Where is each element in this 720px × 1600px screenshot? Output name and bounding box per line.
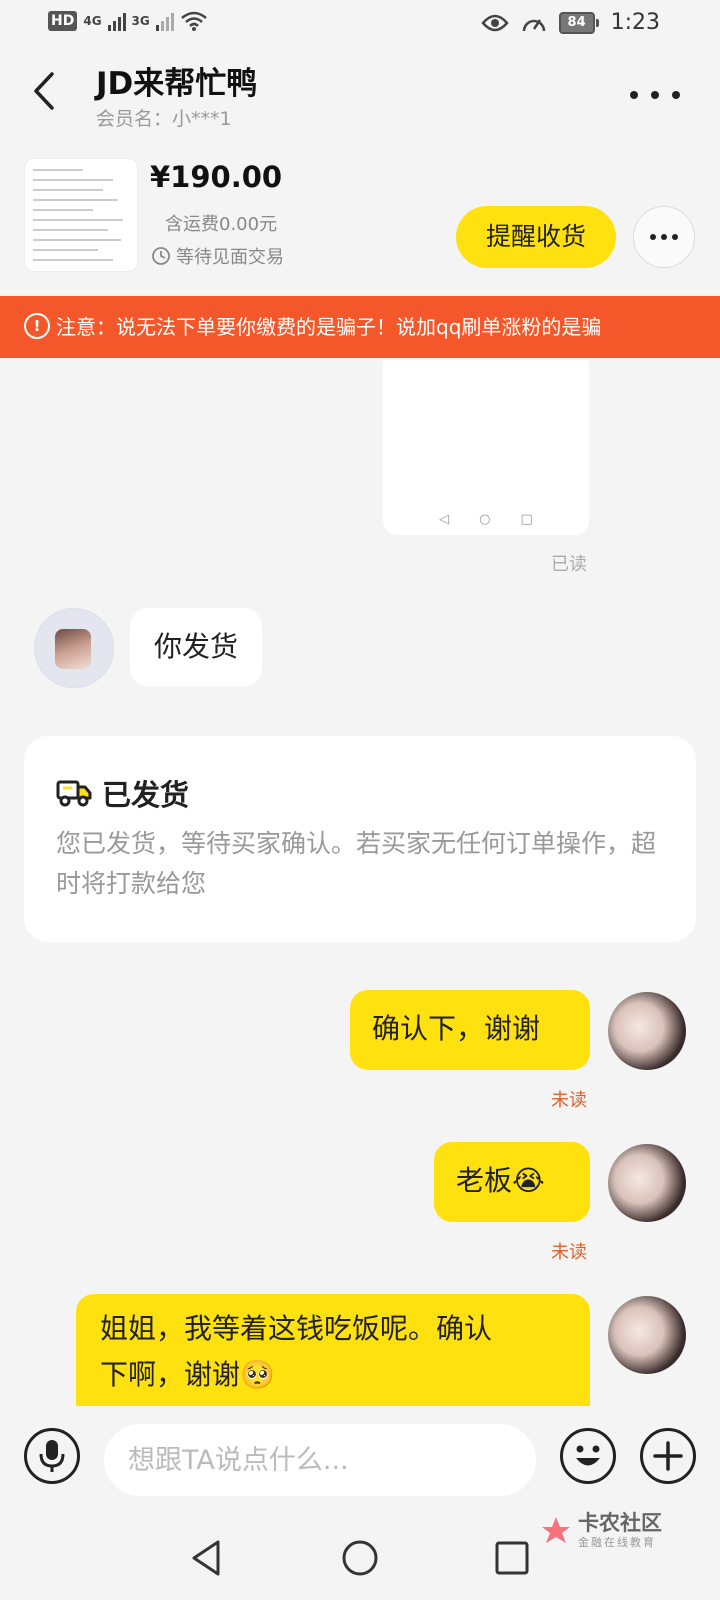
shipped-title: 已发货 <box>56 772 189 814</box>
status-bar: HD 4G 3G 84 1:23 <box>0 0 720 50</box>
chevron-left-icon <box>34 72 54 110</box>
chat-header: JD来帮忙鸭 会员名：小***1 <box>0 50 720 140</box>
seller-avatar[interactable] <box>608 992 686 1070</box>
seller-avatar[interactable] <box>608 1296 686 1374</box>
shipped-description: 您已发货，等待买家确认。若买家无任何订单操作，超时将打款给您 <box>56 829 657 898</box>
message-bubble-outgoing[interactable]: 姐姐，我等着这钱吃饭呢。确认 下啊，谢谢🥺 <box>76 1294 590 1406</box>
order-status: 等待见面交易 <box>151 243 284 269</box>
emoji-button[interactable] <box>560 1428 616 1484</box>
unread-status: 未读 <box>551 1242 587 1263</box>
image-nav-buttons: ◁ ○ □ <box>383 512 589 527</box>
more-icon[interactable] <box>630 80 680 110</box>
battery-level: 84 <box>558 11 595 34</box>
image-message[interactable] <box>383 360 589 535</box>
recent-square-icon: □ <box>520 512 533 527</box>
message-bubble-outgoing[interactable]: 确认下，谢谢 <box>350 990 590 1070</box>
back-triangle-icon: ◁ <box>439 512 450 527</box>
signal-icon <box>107 11 126 31</box>
clock-time: 1:23 <box>610 10 660 35</box>
clock-icon <box>152 247 170 265</box>
back-button[interactable] <box>28 66 68 116</box>
home-circle-icon: ○ <box>479 512 491 527</box>
battery-icon: 84 <box>558 11 599 34</box>
status-left: HD 4G 3G <box>48 10 208 32</box>
hd-indicator: HD <box>48 11 78 31</box>
eye-icon <box>480 14 509 31</box>
product-thumbnail[interactable] <box>24 158 138 272</box>
fraud-warning-text: 注意：说无法下单要你缴费的是骗子！说加qq刷单涨粉的是骗 <box>56 315 602 339</box>
nav-home-icon[interactable] <box>340 1538 380 1578</box>
watermark: 卡农社区 金融在线教育 <box>540 1512 662 1550</box>
read-status: 已读 <box>551 554 587 575</box>
smile-icon <box>576 1445 600 1466</box>
order-status-text: 等待见面交易 <box>176 247 284 268</box>
shipped-title-text: 已发货 <box>102 778 190 812</box>
input-bar <box>0 1408 720 1516</box>
fraud-warning-banner: ! 注意：说无法下单要你缴费的是骗子！说加qq刷单涨粉的是骗 <box>0 296 720 358</box>
seller-avatar[interactable] <box>608 1144 686 1222</box>
truck-icon <box>56 780 92 807</box>
watermark-name: 卡农社区 <box>578 1511 662 1535</box>
order-more-button[interactable] <box>633 206 695 268</box>
watermark-logo-icon <box>542 1517 570 1543</box>
message-line: 姐姐，我等着这钱吃饭呢。确认 <box>100 1312 493 1345</box>
alert-circle-icon: ! <box>24 313 50 339</box>
buyer-avatar[interactable] <box>34 608 114 688</box>
microphone-icon <box>39 1440 65 1472</box>
voice-button[interactable] <box>24 1428 80 1484</box>
network-type-2: 3G <box>131 14 150 28</box>
signal-icon <box>155 11 174 31</box>
message-bubble-incoming[interactable]: 你发货 <box>130 608 263 686</box>
nav-back-icon[interactable] <box>188 1538 224 1578</box>
network-type-1: 4G <box>83 14 102 28</box>
member-name: 会员名：小***1 <box>96 108 232 130</box>
watermark-tagline: 金融在线教育 <box>578 1536 656 1549</box>
shipping-fee: 含运费0.00元 <box>165 214 278 235</box>
nav-recent-icon[interactable] <box>494 1540 530 1576</box>
wifi-icon <box>180 11 207 31</box>
remind-receipt-button[interactable]: 提醒收货 <box>456 206 616 268</box>
speed-icon <box>522 18 545 31</box>
message-bubble-outgoing[interactable]: 老板😭 <box>434 1142 590 1222</box>
product-price: ¥190.00 <box>150 160 283 194</box>
status-right: 84 1:23 <box>480 10 660 35</box>
unread-status: 未读 <box>551 1090 587 1111</box>
page-title: JD来帮忙鸭 <box>96 66 258 102</box>
more-actions-button[interactable] <box>640 1428 696 1484</box>
message-line: 下啊，谢谢🥺 <box>100 1358 275 1391</box>
plus-icon <box>653 1441 683 1471</box>
watermark-text-group: 卡农社区 金融在线教育 <box>578 1512 662 1550</box>
product-info: ¥190.00 含运费0.00元 等待见面交易 提醒收货 <box>0 148 720 293</box>
message-input[interactable] <box>104 1424 536 1496</box>
